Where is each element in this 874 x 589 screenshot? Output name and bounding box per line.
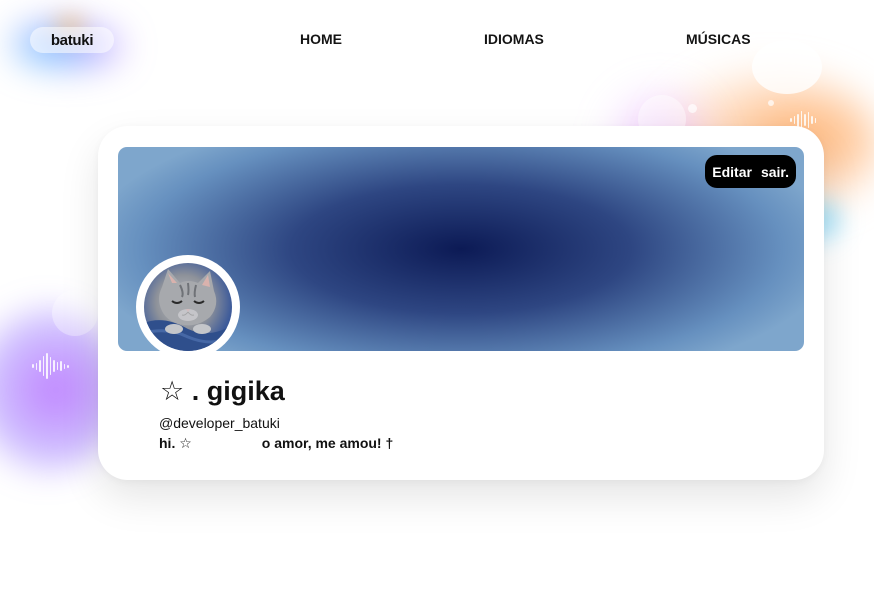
profile-card: Editar sair. ☆ . gigika @developer_batuk…	[98, 126, 824, 480]
avatar[interactable]	[136, 255, 240, 359]
logo-text: batuki	[50, 31, 94, 49]
sound-wave-icon	[32, 352, 69, 380]
nav-musicas[interactable]: MÚSICAS	[686, 31, 751, 47]
bubble	[768, 100, 774, 106]
logo[interactable]: batuki	[30, 27, 114, 53]
profile-username: @developer_batuki	[159, 415, 280, 431]
bubble	[52, 290, 98, 336]
bubble	[688, 104, 697, 113]
logout-button[interactable]: sair.	[761, 164, 789, 180]
profile-actions: Editar sair.	[705, 155, 796, 188]
nav-home[interactable]: HOME	[300, 31, 342, 47]
profile-display-name: ☆ . gigika	[160, 376, 285, 406]
nav-idiomas[interactable]: IDIOMAS	[484, 31, 544, 47]
sleeping-cat-avatar-icon	[144, 263, 232, 351]
bubble	[752, 40, 822, 94]
profile-bio: hi. ☆ o amor, me amou! †	[159, 435, 394, 451]
edit-button[interactable]: Editar	[712, 164, 752, 180]
